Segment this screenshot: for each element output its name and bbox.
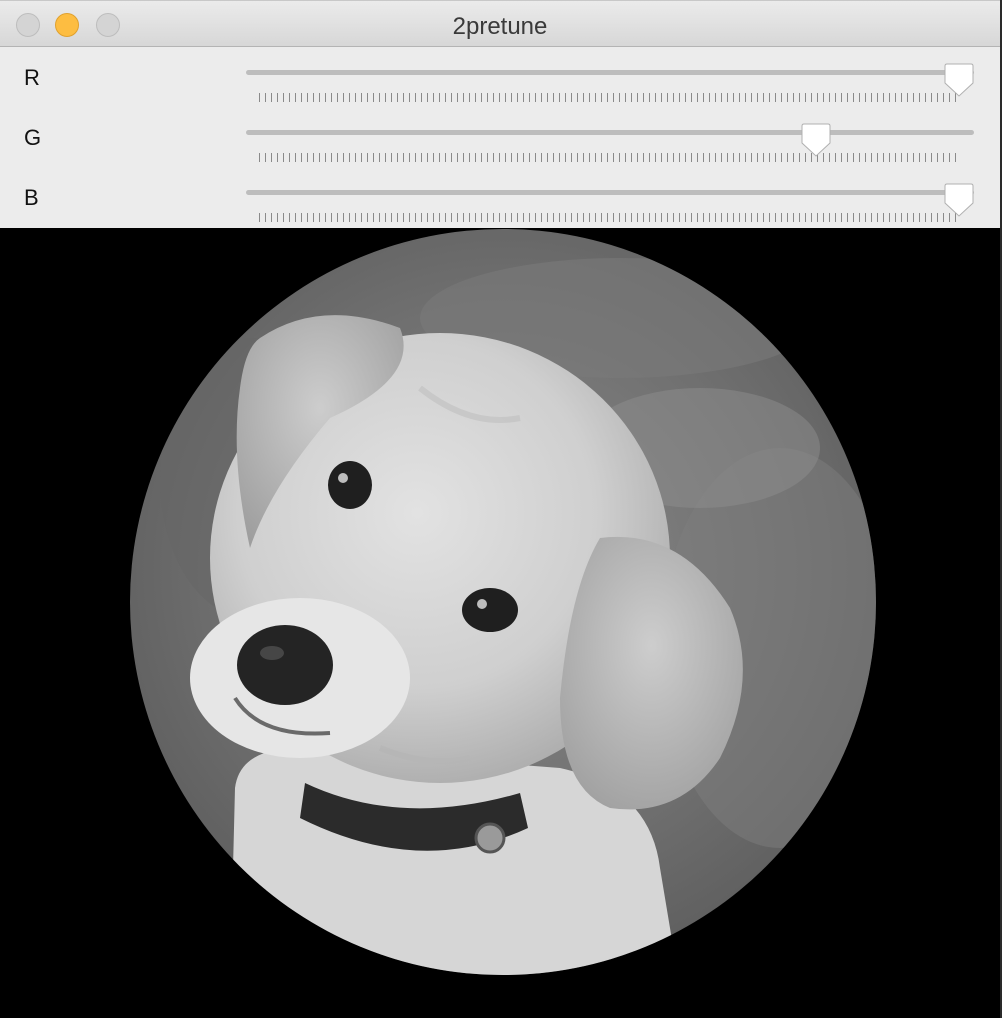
- slider-label-r: R: [24, 65, 40, 90]
- tick-marks: [259, 213, 961, 222]
- tick-marks: [259, 93, 961, 102]
- color-controls-panel: R G B: [0, 47, 1000, 228]
- slider-track[interactable]: [246, 130, 974, 135]
- slider-row-b: B: [0, 167, 1000, 227]
- puppy-photo-circle: [130, 229, 876, 975]
- slider-row-r: R: [0, 47, 1000, 107]
- g-slider[interactable]: [246, 122, 974, 168]
- b-slider[interactable]: [246, 182, 974, 228]
- image-viewport: [0, 228, 1002, 1018]
- slider-label-b: B: [24, 185, 39, 210]
- r-slider[interactable]: [246, 62, 974, 108]
- slider-track[interactable]: [246, 190, 974, 195]
- app-window: 2pretune R G B: [0, 0, 1002, 1018]
- slider-label-g: G: [24, 125, 42, 150]
- tick-marks: [259, 153, 961, 162]
- slider-track[interactable]: [246, 70, 974, 75]
- slider-thumb[interactable]: [944, 183, 974, 217]
- slider-row-g: G: [0, 107, 1000, 167]
- slider-thumb[interactable]: [801, 123, 831, 157]
- title-bar[interactable]: 2pretune: [0, 0, 1000, 47]
- window-title: 2pretune: [452, 13, 548, 40]
- slider-thumb[interactable]: [944, 63, 974, 97]
